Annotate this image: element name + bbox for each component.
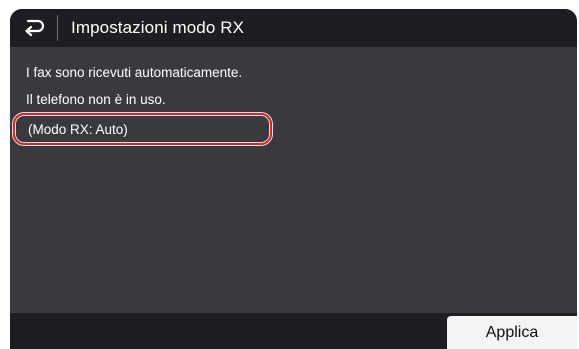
device-screen: Impostazioni modo RX I fax sono ricevuti… — [10, 9, 577, 349]
back-arrow-icon — [24, 19, 44, 37]
header-divider — [57, 15, 58, 41]
back-button[interactable] — [10, 9, 57, 47]
page-title: Impostazioni modo RX — [71, 18, 245, 37]
header-bar: Impostazioni modo RX — [10, 9, 577, 47]
apply-button[interactable]: Applica — [447, 316, 577, 349]
rx-mode-value: (Modo RX: Auto) — [28, 122, 128, 137]
fax-reception-message: I fax sono ricevuti automaticamente. — [26, 65, 243, 80]
telephone-status-message: Il telefono non è in uso. — [26, 92, 166, 107]
